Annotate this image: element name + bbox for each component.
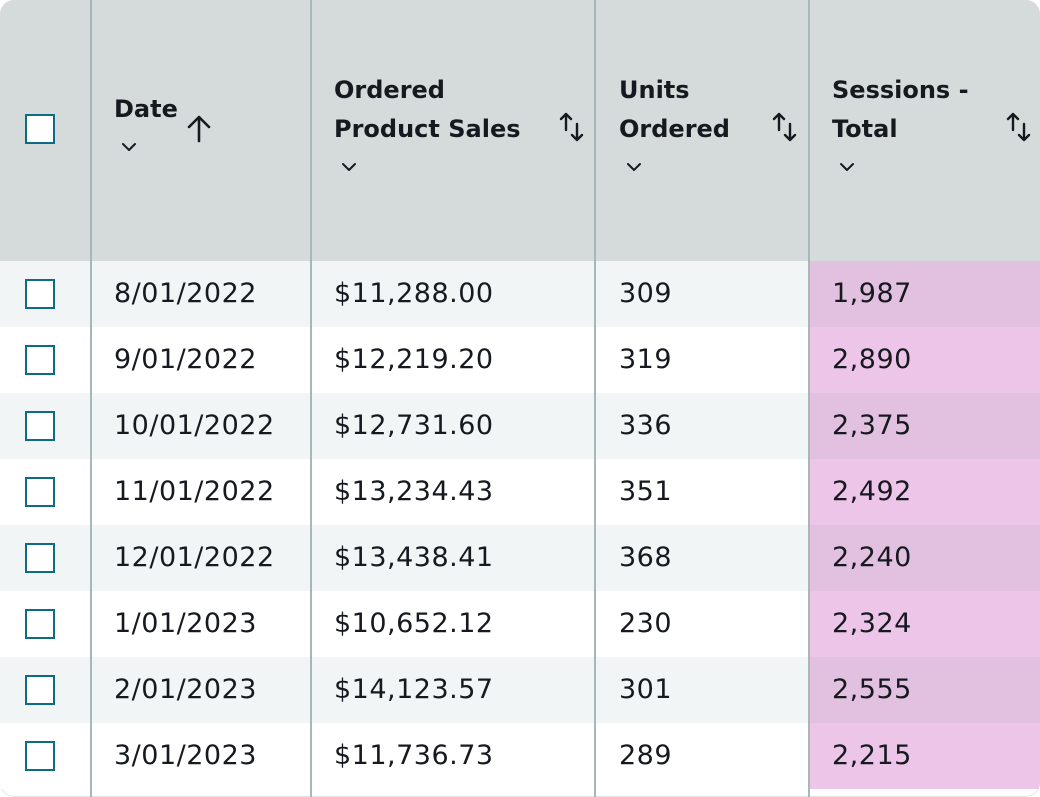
table-row[interactable]: 2/01/2023 $14,123.57 301 2,555 <box>0 657 1040 723</box>
cell-units-ordered: 368 <box>619 542 673 573</box>
cell-units-ordered: 319 <box>619 344 673 375</box>
cell-date: 2/01/2023 <box>114 674 257 705</box>
row-checkbox[interactable] <box>25 675 55 705</box>
column-divider <box>90 0 92 797</box>
column-divider <box>310 0 312 797</box>
select-all-checkbox[interactable] <box>25 114 55 144</box>
data-table: Date Ordered Product Sales Units Ordered <box>0 0 1040 797</box>
table-header: Date Ordered Product Sales Units Ordered <box>0 0 1040 262</box>
column-header-label-line-2: Product Sales <box>334 115 521 143</box>
cell-sessions-total: 2,890 <box>832 344 912 375</box>
table-row[interactable]: 10/01/2022 $12,731.60 336 2,375 <box>0 393 1040 459</box>
row-checkbox[interactable] <box>25 741 55 771</box>
cell-units-ordered: 309 <box>619 278 673 309</box>
cell-date: 3/01/2023 <box>114 740 257 771</box>
table-row[interactable]: 1/01/2023 $10,652.12 230 2,324 <box>0 591 1040 657</box>
cell-ordered-product-sales: $12,219.20 <box>334 344 494 375</box>
cell-sessions-total: 2,324 <box>832 608 912 639</box>
cell-ordered-product-sales: $14,123.57 <box>334 674 494 705</box>
column-header-label-line-1: Units <box>619 76 690 104</box>
cell-date: 10/01/2022 <box>114 410 275 441</box>
row-checkbox[interactable] <box>25 345 55 375</box>
cell-sessions-total: 2,240 <box>832 542 912 573</box>
cell-sessions-total: 1,987 <box>832 278 912 309</box>
column-header-label-line-2: Total <box>832 115 898 143</box>
row-checkbox[interactable] <box>25 279 55 309</box>
cell-date: 8/01/2022 <box>114 278 257 309</box>
table-row[interactable]: 12/01/2022 $13,438.41 368 2,240 <box>0 525 1040 591</box>
cell-ordered-product-sales: $12,731.60 <box>334 410 494 441</box>
cell-ordered-product-sales: $11,736.73 <box>334 740 494 771</box>
chevron-down-icon[interactable] <box>120 141 138 153</box>
cell-units-ordered: 301 <box>619 674 673 705</box>
cell-ordered-product-sales: $13,234.43 <box>334 476 494 507</box>
cell-ordered-product-sales: $10,652.12 <box>334 608 494 639</box>
chevron-down-icon[interactable] <box>625 161 643 173</box>
cell-sessions-total: 2,492 <box>832 476 912 507</box>
column-header-label-line-1: Ordered <box>334 76 445 104</box>
column-header-label-line-2: Ordered <box>619 115 730 143</box>
cell-ordered-product-sales: $11,288.00 <box>334 278 494 309</box>
column-divider <box>808 0 810 797</box>
cell-date: 12/01/2022 <box>114 542 275 573</box>
table-row[interactable]: 8/01/2022 $11,288.00 309 1,987 <box>0 261 1040 327</box>
cell-date: 1/01/2023 <box>114 608 257 639</box>
row-checkbox[interactable] <box>25 411 55 441</box>
cell-units-ordered: 289 <box>619 740 673 771</box>
cell-units-ordered: 336 <box>619 410 673 441</box>
row-checkbox[interactable] <box>25 543 55 573</box>
cell-date: 11/01/2022 <box>114 476 275 507</box>
sort-arrows-icon[interactable] <box>771 110 799 144</box>
table-row[interactable]: 9/01/2022 $12,219.20 319 2,890 <box>0 327 1040 393</box>
sort-arrows-icon[interactable] <box>558 110 586 144</box>
cell-sessions-total: 2,375 <box>832 410 912 441</box>
column-divider <box>594 0 596 797</box>
table-row[interactable]: 11/01/2022 $13,234.43 351 2,492 <box>0 459 1040 525</box>
sort-arrows-icon[interactable] <box>1005 110 1033 144</box>
arrow-up-icon[interactable] <box>185 113 213 143</box>
cell-date: 9/01/2022 <box>114 344 257 375</box>
cell-units-ordered: 230 <box>619 608 673 639</box>
row-checkbox[interactable] <box>25 477 55 507</box>
cell-units-ordered: 351 <box>619 476 673 507</box>
cell-sessions-total: 2,215 <box>832 740 912 771</box>
table-row[interactable]: 3/01/2023 $11,736.73 289 2,215 <box>0 723 1040 789</box>
row-checkbox[interactable] <box>25 609 55 639</box>
column-header-label-line-1: Sessions - <box>832 76 969 104</box>
chevron-down-icon[interactable] <box>838 161 856 173</box>
cell-ordered-product-sales: $13,438.41 <box>334 542 494 573</box>
chevron-down-icon[interactable] <box>340 161 358 173</box>
cell-sessions-total: 2,555 <box>832 674 912 705</box>
column-header-label: Date <box>114 95 178 123</box>
